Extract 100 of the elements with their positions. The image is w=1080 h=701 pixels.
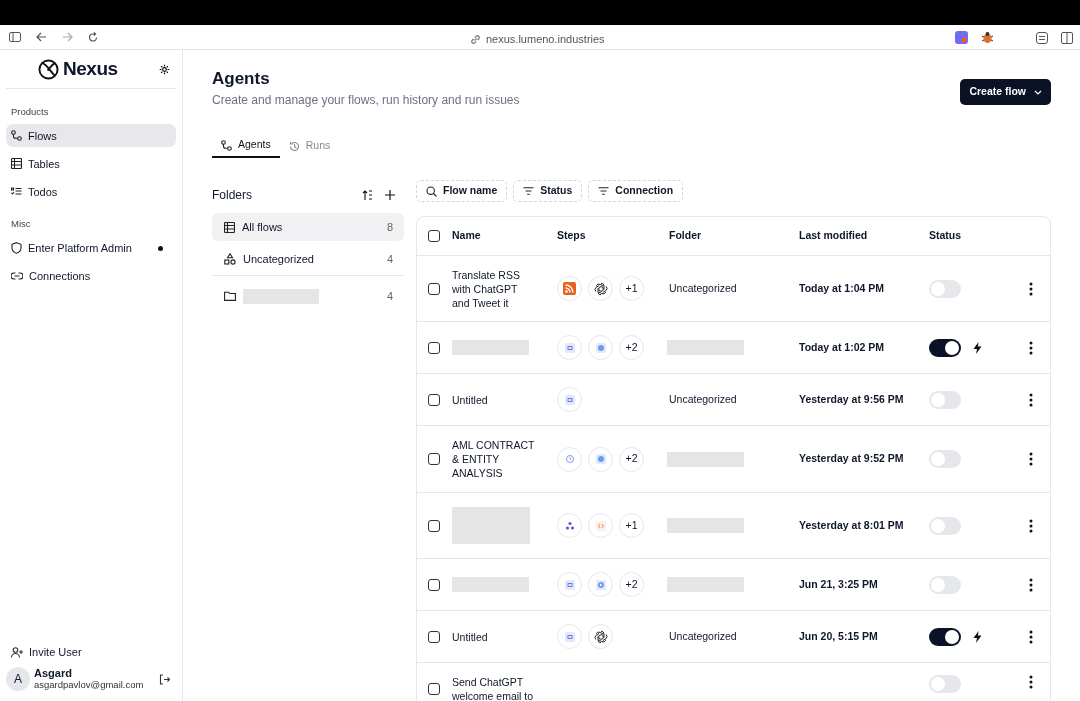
filter-icon (523, 187, 535, 195)
page-subtitle: Create and manage your flows, run history and run issues (212, 92, 520, 109)
status-toggle[interactable] (929, 575, 961, 594)
section-label: Misc (10, 217, 32, 232)
column-header: Status (929, 229, 962, 242)
folder-icon (224, 291, 236, 301)
modified-date: Today at 1:04 PM (799, 281, 884, 294)
sidebar-item[interactable]: Todos (6, 180, 176, 204)
checkbox[interactable] (428, 519, 440, 532)
sidebar-item[interactable]: Tables (6, 152, 176, 176)
settings-icon[interactable] (159, 64, 170, 75)
search-icon (426, 185, 437, 197)
column-header: Folder (669, 229, 702, 242)
reader-icon[interactable] (1036, 31, 1048, 44)
user-name: Asgard (34, 668, 73, 679)
chevron-down-icon (1034, 89, 1042, 95)
checkbox[interactable] (428, 630, 440, 643)
logo-icon (38, 58, 59, 80)
url-text[interactable]: nexus.lumeno.industries (486, 31, 605, 48)
table-icon (11, 158, 22, 170)
modified-date: Yesterday at 8:01 PM (799, 518, 904, 531)
shield-icon (11, 242, 22, 254)
link-icon (11, 271, 23, 281)
brand-name: Nexus (63, 56, 118, 81)
user-avatar[interactable]: A (6, 667, 30, 691)
add-user-icon (11, 646, 23, 658)
filter-button[interactable]: Status (513, 180, 583, 202)
add-folder-icon[interactable] (385, 190, 395, 200)
create-flow-button[interactable]: Create flow (960, 79, 1051, 105)
tab[interactable]: Runs (279, 134, 340, 158)
sidebar-item[interactable]: Flows (6, 124, 176, 148)
filter-button[interactable]: Flow name (416, 180, 508, 202)
flow-name[interactable]: Untitled (452, 392, 536, 407)
section-label: Products (10, 105, 50, 119)
status-toggle[interactable] (929, 516, 961, 535)
flows-icon (221, 139, 232, 151)
checklist-icon (11, 186, 22, 198)
more-options-icon[interactable] (1029, 340, 1033, 355)
sidebar-item[interactable]: Connections (6, 264, 176, 288)
sort-icon[interactable] (362, 189, 373, 201)
modified-date: Yesterday at 9:52 PM (799, 452, 904, 465)
status-toggle[interactable] (929, 279, 961, 298)
more-options-icon[interactable] (1029, 281, 1033, 296)
checkbox[interactable] (428, 230, 440, 242)
lightning-icon (973, 630, 982, 643)
status-toggle[interactable] (929, 338, 961, 357)
more-options-icon[interactable] (1029, 629, 1033, 644)
checkbox[interactable] (428, 282, 440, 295)
checkbox[interactable] (428, 578, 440, 591)
link-icon (470, 33, 481, 45)
flow-name[interactable]: Untitled (452, 629, 536, 644)
flow-name[interactable]: Send ChatGPT welcome email to (452, 675, 536, 701)
folder-item[interactable]: Uncategorized 4 (212, 243, 404, 276)
folder-name: Uncategorized (669, 281, 737, 294)
more-options-icon[interactable] (1029, 518, 1033, 533)
history-icon (288, 140, 300, 152)
reload-icon[interactable] (88, 31, 98, 43)
more-options-icon[interactable] (1029, 392, 1033, 407)
sidebar-toggle-icon[interactable] (9, 32, 21, 42)
bug-icon[interactable] (981, 31, 994, 44)
shapes-icon (224, 253, 236, 265)
more-options-icon[interactable] (1029, 577, 1033, 592)
folder-count: 4 (386, 288, 393, 304)
sidebar-item[interactable]: Enter Platform Admin (6, 236, 176, 260)
table-icon (224, 221, 235, 233)
more-options-icon[interactable] (1029, 675, 1033, 689)
column-header: Last modified (799, 229, 868, 242)
modified-date: Yesterday at 9:56 PM (799, 392, 904, 405)
lightning-icon (973, 341, 982, 354)
modified-date: Today at 1:02 PM (799, 340, 884, 353)
page-title: Agents (212, 68, 271, 90)
folder-count: 4 (386, 251, 393, 267)
user-email: asgardpavlov@gmail.com (34, 679, 144, 690)
column-header: Name (452, 229, 481, 242)
folder-item[interactable]: 4 (212, 282, 404, 310)
invite-user-link[interactable]: Invite User (6, 642, 176, 662)
checkbox[interactable] (428, 393, 440, 406)
column-header: Steps (557, 229, 586, 242)
folders-heading: Folders (212, 187, 252, 204)
folder-item[interactable]: All flows 8 (212, 213, 404, 241)
back-icon[interactable] (36, 32, 47, 42)
folder-name: Uncategorized (669, 629, 737, 642)
modified-date: Jun 21, 3:25 PM (799, 577, 878, 590)
status-toggle[interactable] (929, 450, 961, 468)
more-options-icon[interactable] (1029, 452, 1033, 466)
split-view-icon[interactable] (1061, 31, 1073, 44)
status-toggle[interactable] (929, 627, 961, 646)
flows-icon (11, 130, 22, 142)
checkbox[interactable] (428, 683, 440, 695)
checkbox[interactable] (428, 341, 440, 354)
filter-button[interactable]: Connection (588, 180, 684, 202)
tab[interactable]: Agents (212, 134, 280, 158)
extension-icon[interactable] (955, 31, 968, 44)
status-toggle[interactable] (929, 675, 961, 693)
flow-name[interactable]: Translate RSS with ChatGPT and Tweet it (452, 267, 536, 310)
checkbox[interactable] (428, 453, 440, 465)
logout-icon[interactable] (159, 673, 170, 685)
status-toggle[interactable] (929, 390, 961, 409)
modified-date: Jun 20, 5:15 PM (799, 629, 878, 642)
flow-name[interactable]: AML CONTRACT & ENTITY ANALYSIS (452, 438, 536, 480)
